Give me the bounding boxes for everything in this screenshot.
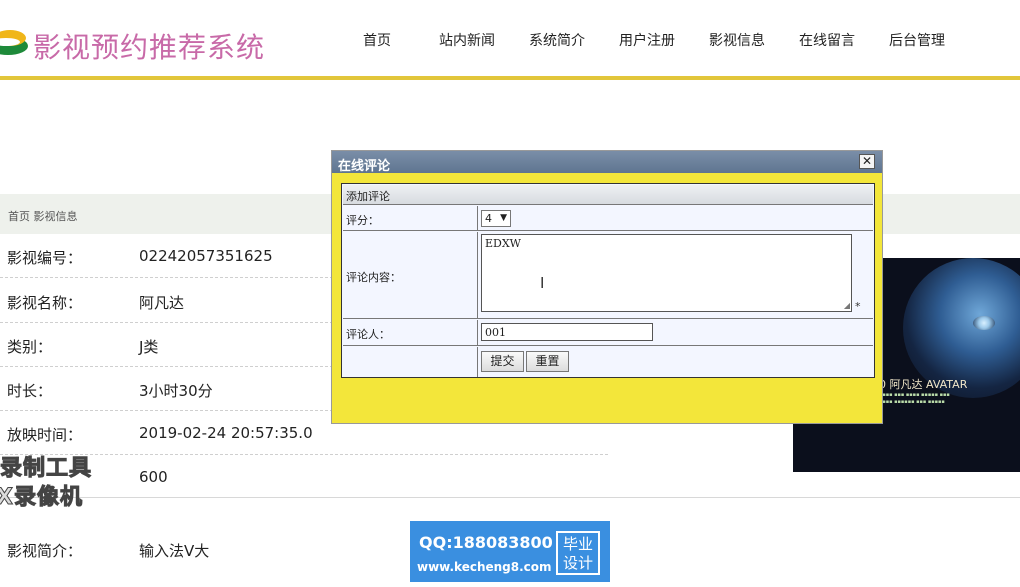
promo-qq: QQ:188083800 xyxy=(419,533,553,552)
nav-movies[interactable]: 影视信息 xyxy=(692,30,782,50)
reviewer-input[interactable]: 001 xyxy=(481,323,653,341)
detail-label: 时长： xyxy=(7,382,53,400)
rating-value: 4 xyxy=(485,212,492,225)
detail-label: 放映时间： xyxy=(7,426,83,444)
site-header: 影视预约推荐系统 首页 站内新闻 系统简介 用户注册 影视信息 在线留言 后台管… xyxy=(0,0,1020,76)
detail-value: 3小时30分 xyxy=(139,382,213,400)
promo-badge: 毕业设计 xyxy=(556,531,600,575)
comment-text: EDXW xyxy=(485,237,521,250)
content-label: 评论内容： xyxy=(346,271,401,284)
nav-admin[interactable]: 后台管理 xyxy=(872,30,962,50)
text-cursor-icon: I xyxy=(540,274,545,292)
button-row: 提交 重置 xyxy=(343,347,873,377)
detail-value: 阿凡达 xyxy=(139,294,185,312)
form-section-header: 添加评论 xyxy=(343,185,873,205)
site-title: 影视预约推荐系统 xyxy=(33,31,266,64)
detail-value: 输入法V大 xyxy=(139,542,210,560)
dialog-title: 在线评论 xyxy=(338,159,391,174)
cell-divider xyxy=(477,347,478,377)
form-section-title: 添加评论 xyxy=(346,190,390,203)
rating-label: 评分： xyxy=(346,214,379,227)
detail-label: 类别： xyxy=(7,338,53,356)
main-nav: 首页 站内新闻 系统简介 用户注册 影视信息 在线留言 后台管理 xyxy=(332,30,962,50)
nav-messages[interactable]: 在线留言 xyxy=(782,30,872,50)
watermark-recorder-line2: X录像机 xyxy=(0,485,83,511)
rating-row: 评分： 4 ▼ xyxy=(343,206,873,231)
nav-about[interactable]: 系统简介 xyxy=(512,30,602,50)
promo-banner: QQ:188083800 www.kecheng8.com 毕业设计 xyxy=(410,521,610,582)
watermark-recorder-line1: 录制工具 xyxy=(0,456,93,482)
nav-news[interactable]: 站内新闻 xyxy=(422,30,512,50)
cell-divider xyxy=(477,320,478,345)
submit-button[interactable]: 提交 xyxy=(481,351,524,372)
header-divider xyxy=(0,76,1020,80)
logo-icon xyxy=(0,30,28,55)
reviewer-row: 评论人： 001 xyxy=(343,320,873,346)
reset-button[interactable]: 重置 xyxy=(526,351,569,372)
detail-label: 影视名称： xyxy=(7,294,83,312)
detail-value: 02242057351625 xyxy=(139,247,273,265)
chevron-down-icon: ▼ xyxy=(500,213,507,223)
comment-dialog: 在线评论 ✕ 添加评论 评分： 4 ▼ 评论内容： EDXW ◢ I * 评论人… xyxy=(331,150,883,424)
close-icon[interactable]: ✕ xyxy=(859,154,875,169)
content-row: 评论内容： EDXW ◢ I * xyxy=(343,232,873,319)
resize-grip-icon[interactable]: ◢ xyxy=(844,301,850,310)
detail-value: 600 xyxy=(139,468,168,486)
detail-value: J类 xyxy=(139,338,159,356)
promo-url: www.kecheng8.com xyxy=(417,560,552,574)
page: 影视预约推荐系统 首页 站内新闻 系统简介 用户注册 影视信息 在线留言 后台管… xyxy=(0,0,1020,587)
cell-divider xyxy=(477,206,478,230)
nav-home[interactable]: 首页 xyxy=(332,30,422,50)
comment-form: 添加评论 评分： 4 ▼ 评论内容： EDXW ◢ I * 评论人： 001 提… xyxy=(341,183,875,378)
detail-label: 影视简介： xyxy=(7,542,83,560)
breadcrumb: 首页 影视信息 xyxy=(8,210,78,223)
reviewer-label: 评论人： xyxy=(346,328,390,341)
detail-value: 2019-02-24 20:57:35.0 xyxy=(139,424,313,442)
poster-eye xyxy=(973,316,995,330)
nav-register[interactable]: 用户注册 xyxy=(602,30,692,50)
dialog-titlebar[interactable]: 在线评论 ✕ xyxy=(332,151,882,174)
comment-textarea[interactable]: EDXW ◢ xyxy=(481,234,852,312)
cell-divider xyxy=(477,232,478,318)
section-divider xyxy=(0,497,1020,498)
poster-credits: ▪▪▪▪ ▪▪▪ ▪▪▪▪ ▪▪▪▪▪ ▪▪▪ ▪▪▪▪ ▪▪▪▪▪▪ ▪▪▪ … xyxy=(879,392,950,405)
poster-title: 0 阿凡达 AVATAR xyxy=(879,378,968,391)
rating-select[interactable]: 4 ▼ xyxy=(481,210,511,227)
required-mark: * xyxy=(855,300,861,313)
detail-label: 影视编号： xyxy=(7,249,83,267)
